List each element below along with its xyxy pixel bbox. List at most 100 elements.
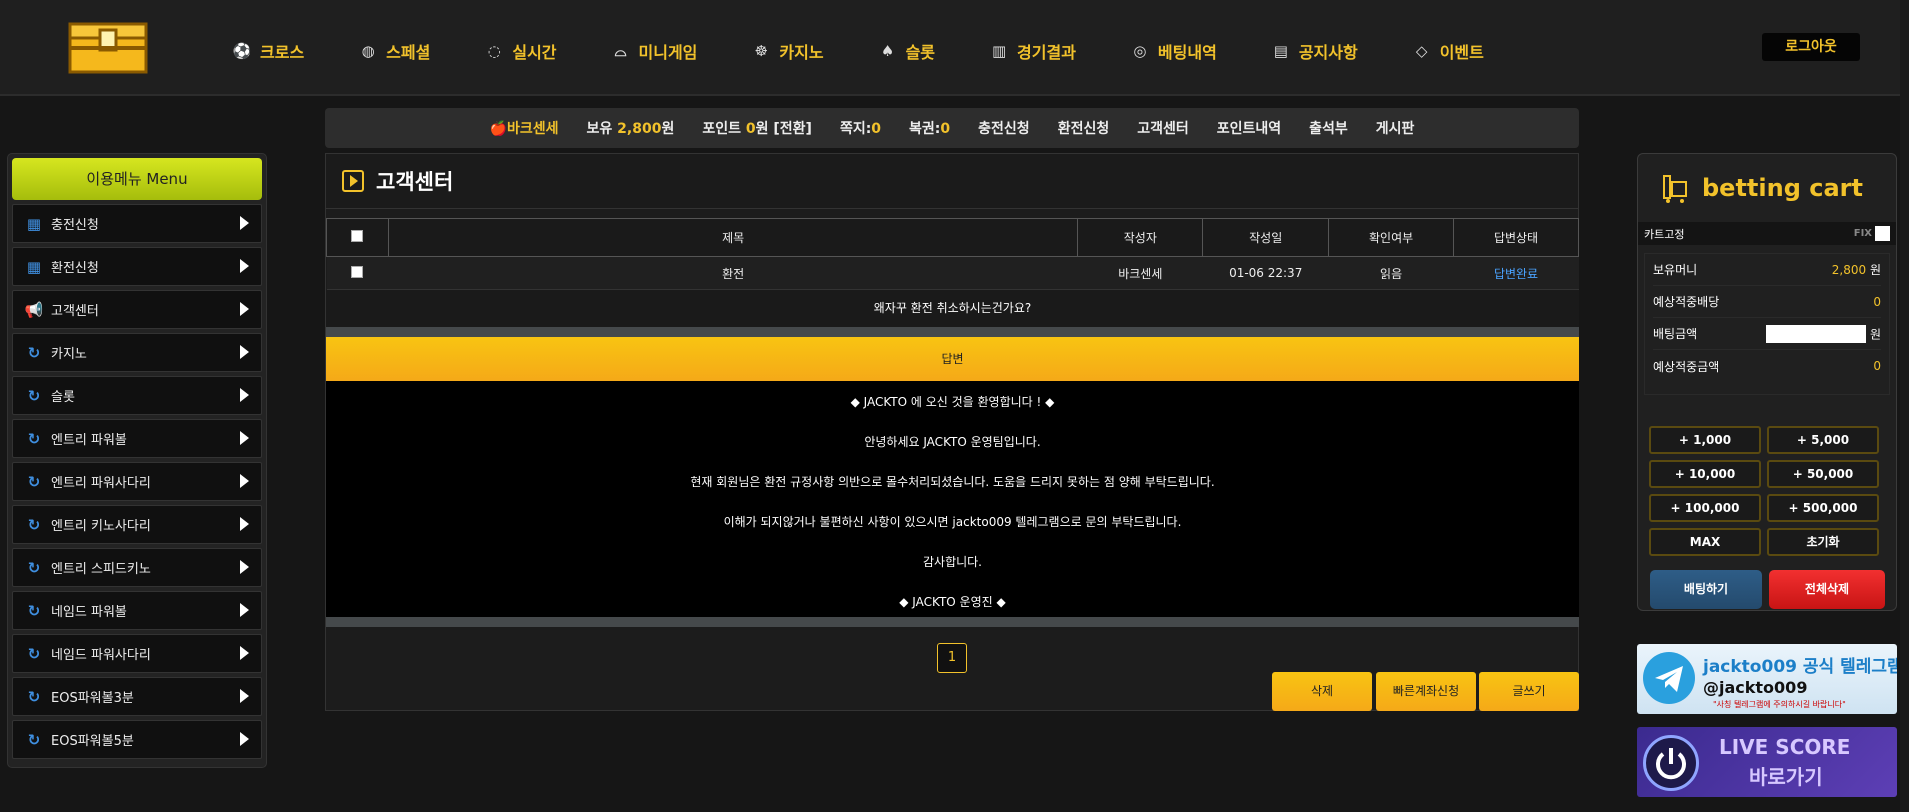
nav-casino[interactable]: ☸ 카지노 — [751, 36, 824, 66]
nav-event[interactable]: ◇ 이벤트 — [1412, 36, 1484, 66]
menu-title: 이용메뉴 Menu — [12, 158, 262, 200]
header-date: 작성일 — [1202, 218, 1330, 257]
menu-item-entry-powerball[interactable]: ↻ 엔트리 파워볼 — [12, 419, 262, 458]
add-500000-button[interactable]: + 500,000 — [1767, 494, 1879, 522]
write-button[interactable]: 글쓰기 — [1479, 672, 1579, 711]
nav-bet-history[interactable]: ◎ 베팅내역 — [1130, 36, 1216, 66]
nav-special[interactable]: ◍ 스페셜 — [358, 36, 431, 66]
megaphone-icon: 📢 — [24, 300, 44, 319]
menu-item-named-powerball[interactable]: ↻ 네임드 파워볼 — [12, 591, 262, 630]
select-all-cell — [326, 218, 389, 257]
divider — [326, 327, 1579, 337]
podium-icon: ▥ — [991, 42, 1007, 60]
point-convert-link[interactable]: [전환] — [773, 121, 812, 137]
arrow-right-icon — [240, 560, 249, 574]
telegram-handle: @jackto009 — [1703, 678, 1808, 697]
telegram-title: jackto009 공식 텔레그램 — [1703, 657, 1897, 677]
row-checkbox[interactable] — [351, 265, 364, 278]
subnav-deposit[interactable]: 충전신청 — [978, 118, 1030, 138]
arrow-right-icon — [240, 345, 249, 359]
play-icon — [342, 170, 364, 192]
select-all-checkbox[interactable] — [351, 230, 364, 242]
nav-cross[interactable]: ⚽ 크로스 — [232, 36, 305, 66]
arrow-right-icon — [240, 474, 249, 488]
row-date: 01-06 22:37 — [1202, 256, 1329, 290]
subnav-support[interactable]: 고객센터 — [1137, 118, 1189, 138]
row-author: 바크센세 — [1077, 256, 1203, 290]
answer-line: 감사합니다. — [922, 555, 982, 569]
reset-button[interactable]: 초기화 — [1767, 528, 1879, 556]
betting-cart: betting cart 카트고정 FIX 보유머니 2,800 원 예상적중배… — [1637, 153, 1897, 611]
row-select-cell — [326, 256, 389, 290]
menu-item-support[interactable]: 📢 고객센터 — [12, 290, 262, 329]
telegram-banner[interactable]: jackto009 공식 텔레그램 @jackto009 "사칭 텔레그램에 주… — [1637, 644, 1897, 714]
page-scrollbar[interactable] — [1900, 0, 1909, 812]
subnav-attendance[interactable]: 출석부 — [1309, 118, 1348, 138]
table-header-row: 제목 작성자 작성일 확인여부 답변상태 — [326, 218, 1579, 257]
header-title: 제목 — [387, 218, 1079, 257]
cart-fix-checkbox[interactable] — [1875, 226, 1890, 241]
main-content: 고객센터 제목 작성자 작성일 확인여부 답변상태 환전 바크센세 01-06 … — [325, 153, 1579, 711]
row-read: 읽음 — [1328, 256, 1454, 290]
nav-notice[interactable]: ▤ 공지사항 — [1271, 36, 1358, 66]
menu-item-entry-powerladder[interactable]: ↻ 엔트리 파워사다리 — [12, 462, 262, 501]
table-row[interactable]: 환전 바크센세 01-06 22:37 읽음 답변완료 — [326, 256, 1579, 290]
arrow-right-icon — [240, 603, 249, 617]
menu-item-entry-kenoladder[interactable]: ↻ 엔트리 키노사다리 — [12, 505, 262, 544]
subnav-withdraw[interactable]: 환전신청 — [1058, 118, 1110, 138]
menu-item-deposit[interactable]: ▦ 충전신청 — [12, 204, 262, 243]
clear-all-button[interactable]: 전체삭제 — [1769, 570, 1885, 609]
refresh-icon: ↻ — [27, 386, 41, 405]
menu-item-eos-powerball-5[interactable]: ↻ EOS파워볼5분 — [12, 720, 262, 759]
menu-item-entry-speedkeno[interactable]: ↻ 엔트리 스피드키노 — [12, 548, 262, 587]
treasure-chest-logo[interactable] — [68, 22, 148, 74]
nav-minigame[interactable]: ⌓ 미니게임 — [611, 36, 698, 66]
row-title[interactable]: 환전 — [388, 256, 1078, 290]
menu-item-eos-powerball-3[interactable]: ↻ EOS파워볼3분 — [12, 677, 262, 716]
subnav-point-history[interactable]: 포인트내역 — [1217, 118, 1281, 138]
memo-link[interactable]: 쪽지:0 — [840, 118, 881, 138]
answer-body: ◆ JACKTO 에 오신 것을 환영합니다 ! ◆ 안녕하세요 JACKTO … — [326, 381, 1579, 617]
max-button[interactable]: MAX — [1649, 528, 1761, 556]
nav-slot[interactable]: ♠ 슬롯 — [878, 36, 935, 66]
lottery-link[interactable]: 복권:0 — [909, 118, 950, 138]
live-score-subtitle: 바로가기 — [1749, 765, 1823, 789]
amount-buttons: + 1,000 + 5,000 + 10,000 + 50,000 + 100,… — [1649, 426, 1887, 556]
live-score-title: LIVE SCORE — [1719, 735, 1851, 759]
left-menu: 이용메뉴 Menu ▦ 충전신청 ▦ 환전신청 📢 고객센터 ↻ 카지노 ↻ 슬롯 ↻ 엔트… — [7, 153, 267, 768]
cart-odds-value: 0 — [1873, 294, 1881, 309]
logout-button[interactable]: 로그아웃 — [1762, 33, 1860, 61]
menu-item-withdraw[interactable]: ▦ 환전신청 — [12, 247, 262, 286]
nav-results[interactable]: ▥ 경기결과 — [989, 36, 1076, 66]
fix-tag: FIX — [1853, 228, 1872, 239]
cart-info: 보유머니 2,800 원 예상적중배당 0 배팅금액 원 예상적중금액 0 — [1644, 253, 1890, 395]
add-10000-button[interactable]: + 10,000 — [1649, 460, 1761, 488]
apple-icon: 🍎 — [489, 121, 507, 137]
add-100000-button[interactable]: + 100,000 — [1649, 494, 1761, 522]
bet-amount-input[interactable] — [1766, 324, 1867, 343]
arrow-right-icon — [240, 689, 249, 703]
nav-live[interactable]: ◌ 실시간 — [484, 36, 557, 66]
page-1-button[interactable]: 1 — [937, 643, 967, 673]
menu-item-casino[interactable]: ↻ 카지노 — [12, 333, 262, 372]
add-1000-button[interactable]: + 1,000 — [1649, 426, 1761, 454]
top-header: ⚽ 크로스 ◍ 스페셜 ◌ 실시간 ⌓ 미니게임 ☸ 카지노 ♠ 슬롯 ▥ 경기결과 ◎ 베팅내… — [0, 0, 1909, 96]
arrow-right-icon — [240, 302, 249, 316]
arrow-right-icon — [240, 388, 249, 402]
arrow-right-icon — [240, 517, 249, 531]
subnav-board[interactable]: 게시판 — [1376, 118, 1415, 138]
place-bet-button[interactable]: 배팅하기 — [1650, 570, 1762, 609]
arrow-right-icon — [240, 431, 249, 445]
answer-line: 현재 회원님은 환전 규정사항 의반으로 몰수처리되셨습니다. 도움을 드리지 … — [690, 475, 1215, 489]
menu-item-slot[interactable]: ↻ 슬롯 — [12, 376, 262, 415]
menu-item-named-powerladder[interactable]: ↻ 네임드 파워사다리 — [12, 634, 262, 673]
live-score-banner[interactable]: LIVE SCORE 바로가기 — [1637, 727, 1897, 797]
add-5000-button[interactable]: + 5,000 — [1767, 426, 1879, 454]
cart-icon — [1663, 175, 1687, 203]
add-50000-button[interactable]: + 50,000 — [1767, 460, 1879, 488]
user-info-bar: 🍎바크센세 보유 2,800원 포인트 0원 [전환] 쪽지:0 복권:0 충전… — [325, 108, 1579, 148]
ball-icon: ◌ — [487, 42, 501, 60]
header-author: 작성자 — [1077, 218, 1204, 257]
quick-account-button[interactable]: 빠른계좌신청 — [1376, 672, 1476, 711]
delete-button[interactable]: 삭제 — [1272, 672, 1372, 711]
